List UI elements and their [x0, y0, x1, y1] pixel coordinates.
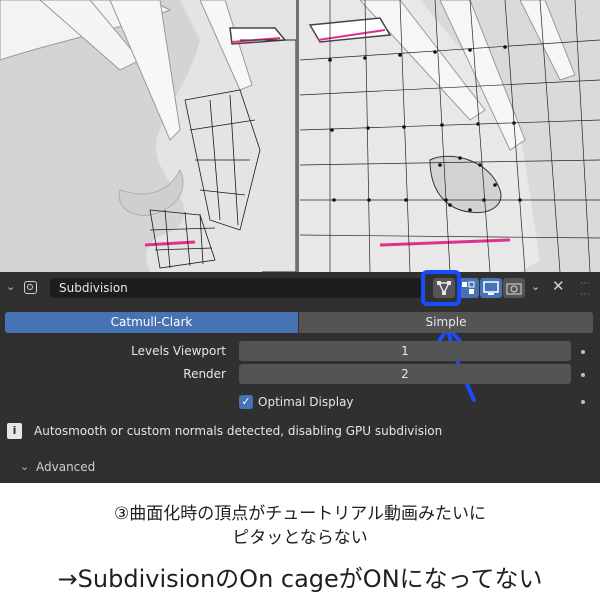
- subdivision-modifier-icon: [24, 281, 37, 294]
- simple-button[interactable]: Simple: [299, 312, 593, 333]
- modifier-panel: ⌄ Subdivision ⌄ ✕ ⋯ ⋯ Catmull-Clark Simp…: [0, 270, 600, 483]
- view-divider: [296, 0, 299, 272]
- info-message: Autosmooth or custom normals detected, d…: [34, 424, 443, 438]
- modifier-name-field[interactable]: Subdivision: [50, 278, 422, 298]
- advanced-subpanel-header[interactable]: Advanced: [36, 460, 95, 474]
- camera-icon: [506, 283, 522, 295]
- annotation-arrow: [435, 326, 476, 402]
- render-button[interactable]: [503, 278, 525, 298]
- annotation-caption: ③曲面化時の頂点がチュートリアル動画みたいに ピタッとならない →Subdivi…: [0, 483, 600, 600]
- viewport-3d[interactable]: [0, 0, 600, 272]
- render-levels-label: Render: [183, 367, 226, 381]
- keyframe-dot-icon[interactable]: [581, 400, 585, 404]
- chevron-right-icon[interactable]: ⌄: [20, 460, 29, 473]
- levels-viewport-label: Levels Viewport: [131, 344, 226, 358]
- optimal-display-label: Optimal Display: [258, 395, 354, 409]
- collapse-chevron-icon[interactable]: ⌄: [6, 280, 15, 293]
- menu-chevron-icon[interactable]: ⌄: [531, 280, 540, 293]
- keyframe-dot-icon[interactable]: [581, 350, 585, 354]
- keyframe-dot-icon[interactable]: [581, 373, 585, 377]
- optimal-display-checkbox[interactable]: ✓: [239, 395, 253, 409]
- render-levels-field[interactable]: 2: [239, 364, 571, 384]
- caption-line-2: ピタッとならない: [232, 528, 368, 548]
- info-icon: i: [7, 423, 22, 439]
- modifier-header: ⌄ Subdivision ⌄ ✕ ⋯ ⋯: [0, 270, 600, 306]
- caption-line-1: ③曲面化時の頂点がチュートリアル動画みたいに: [113, 504, 487, 524]
- monitor-icon: [483, 281, 499, 295]
- caption-line-3: →SubdivisionのOn cageがONになってない: [57, 565, 543, 593]
- drag-handle-icon[interactable]: ⋯ ⋯: [580, 278, 590, 300]
- viewport-render: [0, 0, 600, 272]
- annotation-highlight-box: [421, 270, 461, 306]
- realtime-button[interactable]: [480, 278, 502, 298]
- levels-viewport-field[interactable]: 1: [239, 341, 571, 361]
- close-icon[interactable]: ✕: [552, 277, 565, 295]
- catmull-clark-button[interactable]: Catmull-Clark: [5, 312, 298, 333]
